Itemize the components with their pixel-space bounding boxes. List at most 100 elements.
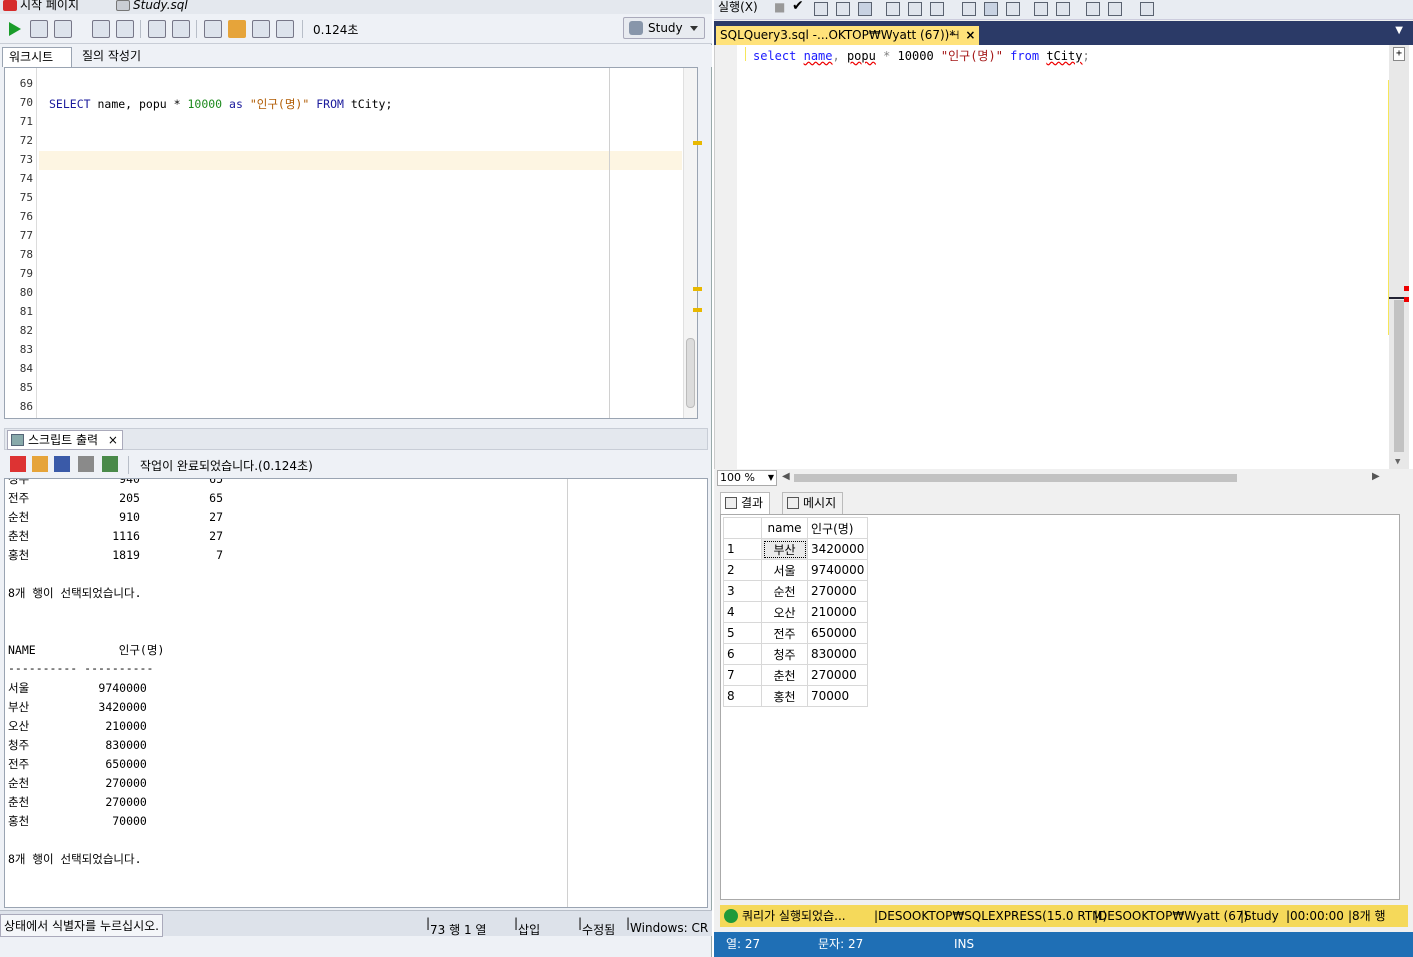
split-icon[interactable]: + [1393, 47, 1405, 61]
indent-icon[interactable] [1108, 2, 1122, 16]
tab-start-page[interactable]: 시작 페이지 [0, 0, 79, 14]
output-line: 춘천 1116 27 [8, 529, 224, 543]
row-count: | 8개 행 [1348, 909, 1386, 923]
table-row[interactable]: 5 전주 650000 [723, 622, 869, 644]
query-editor[interactable]: select name, popu * 10000 "인구(명)" from t… [714, 45, 1413, 469]
scroll-right-icon[interactable]: ▶ [1372, 471, 1380, 482]
chevron-down-icon [690, 26, 698, 31]
table-row[interactable]: 1 부산 3420000 [723, 538, 869, 560]
autotrace-icon[interactable] [116, 20, 134, 38]
parse-check-icon[interactable]: ✔ [792, 0, 804, 14]
output-line: 순천 270000 [8, 776, 147, 790]
script-output-area[interactable]: 청주 940 65 전주 205 65 순천 910 27 춘천 1116 27… [4, 478, 708, 908]
right-margin-line [609, 68, 610, 418]
print-icon[interactable] [78, 456, 94, 472]
eraser-icon[interactable] [32, 456, 48, 472]
database-name: | Study [1240, 909, 1279, 923]
editor-status-footer: 열: 27 문자: 27 INS [714, 932, 1413, 957]
connection-selector[interactable]: Study [623, 17, 705, 39]
table-row[interactable]: 8 홍천 70000 [723, 685, 869, 707]
tab-worksheet[interactable]: 워크시트 [2, 47, 72, 67]
execute-button[interactable]: 실행(X) [718, 0, 758, 14]
table-row[interactable]: 2 서울 9740000 [723, 559, 869, 581]
selected-cell[interactable]: 부산 [761, 538, 808, 560]
table-row[interactable]: 7 춘천 270000 [723, 664, 869, 686]
explain-plan-icon[interactable] [92, 20, 110, 38]
results-table: name 인구(명) 1 부산 3420000 2 서울 9740000 3 순… [723, 517, 869, 707]
script-output-icon[interactable] [102, 456, 118, 472]
scroll-left-icon[interactable]: ◀ [782, 471, 790, 482]
sql-editor[interactable]: 68 69 70 71 72 73 74 75 76 77 78 79 80 8… [4, 67, 698, 419]
rollback-icon[interactable] [172, 20, 190, 38]
ins-indicator: INS [954, 937, 975, 951]
char-indicator: 문자: 27 [818, 937, 864, 951]
comment-icon[interactable] [1034, 2, 1048, 16]
save-icon[interactable] [54, 456, 70, 472]
results-option-icon[interactable] [858, 2, 872, 16]
output-line: 8개 행이 선택되었습니다. [8, 852, 142, 866]
live-stats-icon[interactable] [908, 2, 922, 16]
editor-scrollbar[interactable]: + ▼ [1389, 45, 1409, 469]
tab-query-builder[interactable]: 질의 작성기 [76, 47, 147, 67]
current-line-highlight [39, 151, 682, 170]
pin-icon[interactable] [10, 456, 26, 472]
script-output-icon [11, 434, 24, 446]
worksheet-subtabs: 워크시트 질의 작성기 [0, 45, 712, 67]
commit-icon[interactable] [54, 20, 72, 38]
results-text-icon[interactable] [962, 2, 976, 16]
database-icon [629, 21, 643, 35]
output-line: 부산 3420000 [8, 700, 147, 714]
zoom-select[interactable]: 100 % ▼ [717, 470, 777, 486]
output-line: 8개 행이 선택되었습니다. [8, 586, 142, 600]
results-grid[interactable]: name 인구(명) 1 부산 3420000 2 서울 9740000 3 순… [720, 514, 1400, 900]
table-row[interactable]: 4 오산 210000 [723, 601, 869, 623]
column-header-name[interactable]: name [761, 517, 808, 539]
tab-script-output[interactable]: 스크립트 출력 × [7, 430, 123, 450]
panel-splitter[interactable] [4, 420, 708, 428]
query-icon[interactable] [814, 2, 828, 16]
outdent-icon[interactable] [1086, 2, 1100, 16]
output-line: 홍천 70000 [8, 814, 147, 828]
status-hint: 상태에서 식별자를 누르십시오. [0, 914, 163, 937]
run-statement-icon[interactable] [6, 20, 24, 38]
tab-dropdown-icon[interactable]: ▼ [1395, 25, 1403, 36]
output-line: 서울 9740000 [8, 681, 147, 695]
insert-mode: | 삽입 [514, 916, 541, 937]
output-toolbar: 작업이 완료되었습니다.(0.124초) [4, 451, 708, 477]
table-row[interactable]: 3 순천 270000 [723, 580, 869, 602]
tab-results[interactable]: 결과 [720, 492, 771, 514]
overview-mark [693, 308, 702, 312]
results-grid-icon[interactable] [984, 2, 998, 16]
client-stats-icon[interactable] [930, 2, 944, 16]
uncomment-icon[interactable] [1056, 2, 1070, 16]
editor-scrollbar[interactable] [683, 68, 697, 418]
specify-values-icon[interactable] [1140, 2, 1154, 16]
editor-margin [715, 45, 737, 469]
format-icon[interactable] [276, 20, 294, 38]
tab-study-sql[interactable]: Study.sql [113, 0, 188, 14]
pin-icon[interactable]: ⊣ [949, 26, 959, 45]
eraser-icon[interactable] [228, 20, 246, 38]
table-row[interactable]: 6 청주 830000 [723, 643, 869, 665]
tab-sqlquery3[interactable]: SQLQuery3.sql -...OKTOP₩Wyatt (67))* ⊣ × [716, 26, 980, 45]
status-bar: 상태에서 식별자를 누르십시오. | 73 행 1 열 | 삽입 | 수정됨 |… [0, 910, 712, 937]
stop-icon[interactable]: ■ [774, 0, 785, 14]
run-script-icon[interactable] [30, 20, 48, 38]
ssms-document-tabs: SQLQuery3.sql -...OKTOP₩Wyatt (67))* ⊣ ×… [714, 21, 1413, 45]
server-name: | DESOOKTOP₩SQLEXPRESS(15.0 RTM) [874, 909, 1108, 923]
line-number-gutter: 68 69 70 71 72 73 74 75 76 77 78 79 80 8… [5, 68, 37, 418]
results-tabs: 결과 메시지 [720, 492, 1020, 514]
display-plan-icon[interactable] [836, 2, 850, 16]
tab-messages[interactable]: 메시지 [782, 492, 844, 514]
column-header-population[interactable]: 인구(명) [806, 517, 869, 539]
horizontal-scrollbar[interactable] [794, 474, 1237, 482]
column-indicator: 열: 27 [726, 937, 761, 951]
commit-transaction-icon[interactable] [148, 20, 166, 38]
close-icon[interactable]: × [965, 26, 975, 45]
output-line: 전주 650000 [8, 757, 147, 771]
close-icon[interactable]: × [108, 433, 118, 447]
results-file-icon[interactable] [1006, 2, 1020, 16]
include-plan-icon[interactable] [886, 2, 900, 16]
history-icon[interactable] [252, 20, 270, 38]
sql-tuning-icon[interactable] [204, 20, 222, 38]
